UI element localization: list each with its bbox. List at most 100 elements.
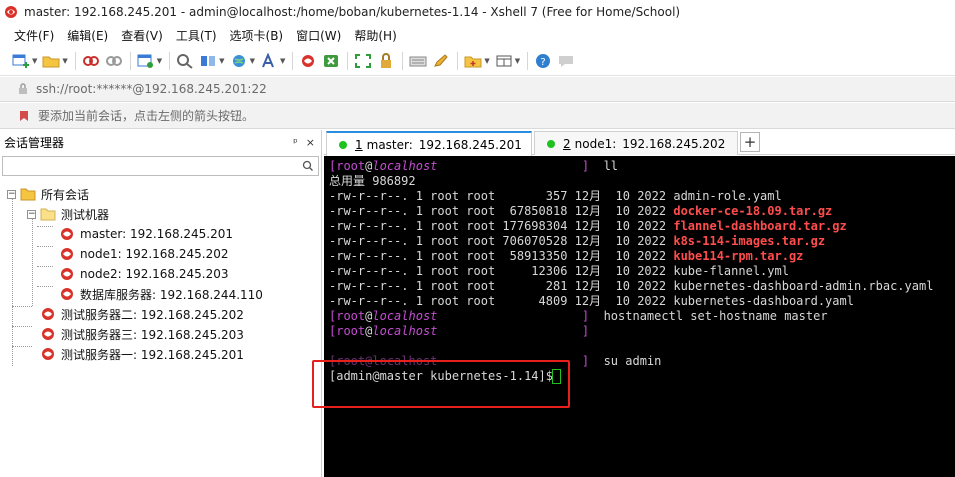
add-folder-icon [464,56,482,67]
menu-edit[interactable]: 编辑(E) [67,27,108,44]
add-tab-button[interactable]: + [740,132,760,152]
xftp-button[interactable] [322,50,340,72]
tab-host: 192.168.245.201 [418,137,522,152]
collapse-icon[interactable]: − [27,209,36,219]
toolbar-separator [457,51,459,70]
terminal-line: -rw-r--r--. 1 root root 706070528 12月 10… [329,234,826,248]
search-icon [177,53,193,69]
terminal-line: [root@localhost ] hostnamectl set-hostna… [329,309,828,323]
menu-help[interactable]: 帮助(H) [354,27,396,44]
font-icon [262,52,274,67]
tab-number: 2 [563,136,571,151]
tab-number: 1 [355,137,363,152]
menu-bar: 文件(F) 编辑(E) 查看(V) 工具(T) 选项卡(B) 窗口(W) 帮助(… [0,24,955,46]
terminal-line: -rw-r--r--. 1 root root 357 12月 10 2022 … [329,189,782,203]
window-title: master: 192.168.245.201 - admin@localhos… [24,5,681,19]
connected-status-icon [339,140,347,149]
menu-tabs[interactable]: 选项卡(B) [230,27,284,44]
toolbar-separator [169,51,171,70]
reconnect-button[interactable] [82,50,100,72]
collapse-icon[interactable]: − [7,189,16,199]
disconnect-button[interactable] [105,50,123,72]
session-item-node1[interactable]: node1: 192.168.245.202 [59,244,229,264]
chat-icon [559,55,574,67]
help-button[interactable]: ? [534,50,552,72]
layout-icon [496,55,512,66]
xshell-button[interactable] [299,50,317,72]
find-button[interactable] [176,50,194,72]
bookmark-arrow-icon [20,110,28,121]
terminal-line: -rw-r--r--. 1 root root 12306 12月 10 202… [329,264,789,278]
menu-tools[interactable]: 工具(T) [176,27,217,44]
terminal-line: -rw-r--r--. 1 root root 177698304 12月 10… [329,219,847,233]
pin-icon[interactable]: ᵖ [293,136,298,149]
tree-label: 测试机器 [61,207,110,222]
properties-button[interactable]: ▼ [137,50,162,72]
session-item-master[interactable]: master: 192.168.245.201 [59,224,233,244]
toolbar-separator [292,51,294,70]
xftp-icon [324,54,339,67]
session-label: 测试服务器二: 192.168.245.202 [61,307,244,322]
menu-file[interactable]: 文件(F) [14,27,54,44]
toolbar-separator [402,51,404,70]
link-icon [82,55,99,66]
help-icon: ? [536,53,551,68]
session-item-server-2[interactable]: 测试服务器二: 192.168.245.202 [40,304,244,324]
terminal-line: -rw-r--r--. 1 root root 4809 12月 10 2022… [329,294,854,308]
session-item-database[interactable]: 数据库服务器: 192.168.244.110 [59,284,263,304]
folder-icon [42,56,60,67]
session-tabs: 1 master: 192.168.245.201 2 node1: 192.1… [324,130,955,156]
session-label: 测试服务器三: 192.168.245.203 [61,327,244,342]
fullscreen-button[interactable] [354,50,372,72]
session-search-input[interactable] [2,156,319,176]
xshell-session-icon [42,308,54,320]
lock-button[interactable] [377,50,395,72]
chat-button[interactable] [557,50,575,72]
xshell-session-icon [61,288,73,300]
toolbar-separator [74,51,76,70]
font-button[interactable]: ▼ [260,50,285,72]
tab-host: 192.168.245.202 [622,136,726,151]
highlight-button[interactable] [432,50,450,72]
menu-view[interactable]: 查看(V) [121,27,163,44]
xshell-session-icon [61,268,73,280]
tree-root-all-sessions[interactable]: − 所有会话 [7,184,89,204]
dropdown-arrow-icon: ▼ [249,56,255,65]
session-label: node2: 192.168.245.203 [80,267,229,281]
keyboard-button[interactable] [409,50,427,72]
address-bar[interactable]: ssh://root:******@192.168.245.201:22 [0,77,955,102]
xshell-session-icon [61,248,73,260]
terminal[interactable]: [root@localhost ] ll 总用量 986892 -rw-r--r… [324,156,955,477]
new-tab-button[interactable]: ▼ [464,50,490,72]
lock-icon [19,83,27,94]
xshell-session-icon [42,328,54,340]
dropdown-arrow-icon: ▼ [62,56,68,65]
terminal-line: [root@localhost ] ll [329,159,619,173]
session-label: node1: 192.168.245.202 [80,247,229,261]
session-item-node2[interactable]: node2: 192.168.245.203 [59,264,229,284]
tab-name: node1: [574,136,617,151]
new-session-button[interactable]: ▼ [12,50,37,72]
annotation-highlight-box [312,360,570,408]
dropdown-arrow-icon: ▼ [32,56,38,65]
tab-master[interactable]: 1 master: 192.168.245.201 [326,131,532,156]
session-manager-title: 会话管理器 [4,135,65,150]
close-icon[interactable]: × [306,136,315,149]
tab-node1[interactable]: 2 node1: 192.168.245.202 [534,131,738,155]
terminal-line: -rw-r--r--. 1 root root 58913350 12月 10 … [329,249,804,263]
layout-button[interactable]: ▼ [495,50,520,72]
window-properties-icon [137,54,153,68]
session-label: master: 192.168.245.201 [80,227,234,241]
open-folder-button[interactable]: ▼ [42,50,68,72]
dropdown-arrow-icon: ▼ [279,56,286,65]
transfer-button[interactable]: ▼ [199,50,225,72]
svg-text:?: ? [540,57,545,68]
tree-group-test-machines[interactable]: − 测试机器 [27,204,109,224]
menu-window[interactable]: 窗口(W) [296,27,341,44]
folder-icon [40,208,56,221]
xshell-logo-icon [5,6,17,18]
pencil-icon [434,53,449,67]
session-item-server-3[interactable]: 测试服务器三: 192.168.245.203 [40,324,244,344]
session-item-server-1[interactable]: 测试服务器一: 192.168.245.201 [40,344,244,364]
globe-button[interactable]: ▼ [230,50,255,72]
